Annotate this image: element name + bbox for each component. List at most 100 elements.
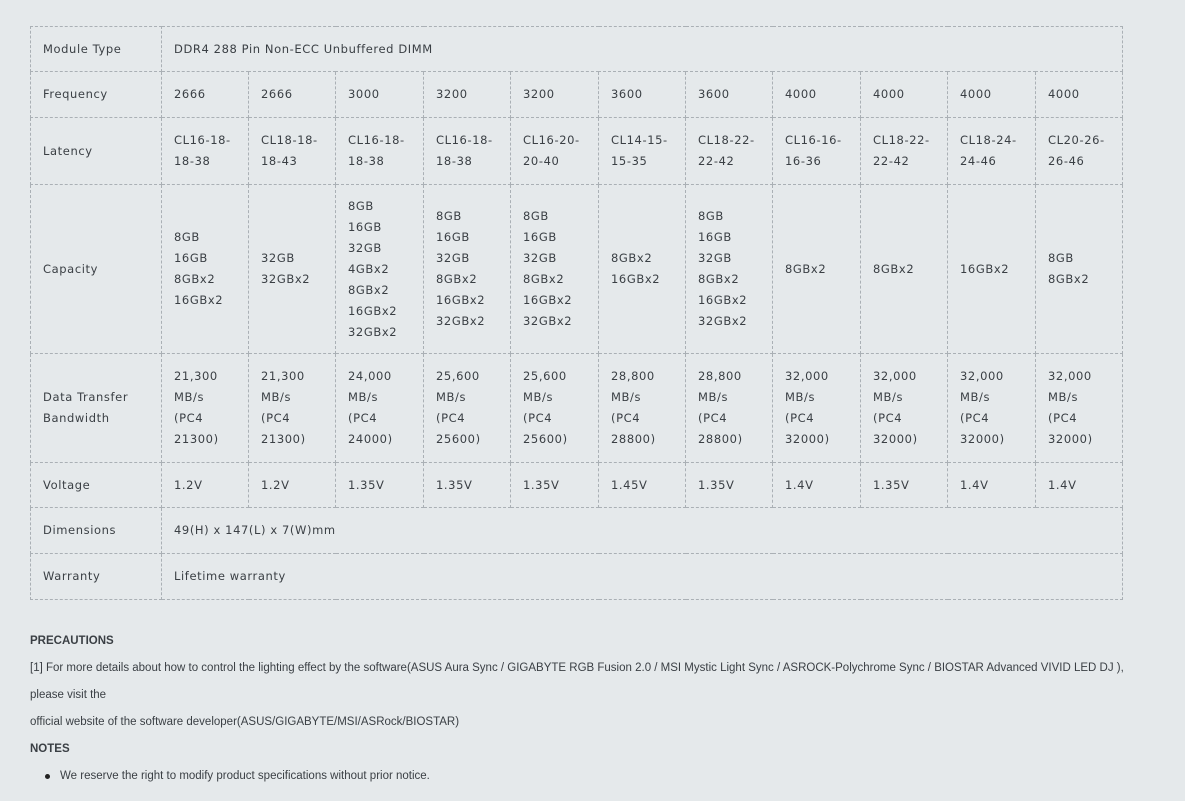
capacity-cell: 32GB 32GBx2	[248, 184, 336, 354]
row-label: Voltage	[30, 462, 162, 508]
capacity-line: 16GB	[348, 219, 382, 234]
bandwidth-cell: 32,000 MB/s (PC4 32000)	[947, 353, 1036, 463]
bandwidth-line: 24,000	[348, 369, 392, 383]
bandwidth-line: 32000)	[785, 432, 830, 446]
row-label: Frequency	[30, 71, 162, 118]
latency-line: CL14-15-	[611, 133, 668, 147]
voltage-cell: 1.2V	[248, 462, 336, 508]
capacity-line: 8GB	[1048, 251, 1074, 265]
bandwidth-cell: 28,800 MB/s (PC4 28800)	[598, 353, 686, 463]
latency-cell: CL18-18- 18-43	[248, 117, 336, 185]
capacity-line: 8GBx2	[698, 272, 740, 286]
bandwidth-line: MB/s	[523, 390, 554, 404]
capacity-line: 32GBx2	[348, 324, 398, 339]
capacity-line: 8GB	[348, 198, 374, 213]
capacity-line: 32GBx2	[698, 314, 748, 328]
latency-cell: CL18-24- 24-46	[947, 117, 1036, 185]
capacity-cell: 8GB 8GBx2	[1034, 184, 1124, 354]
notes-item-text: We reserve the right to modify product s…	[60, 770, 430, 782]
precautions-heading: PRECAUTIONS	[30, 635, 114, 647]
capacity-line: 8GBx2	[611, 251, 653, 265]
latency-line: 15-35	[611, 154, 648, 168]
bandwidth-line: 28800)	[611, 432, 656, 446]
latency-cell: CL20-26- 26-46	[1034, 117, 1124, 185]
dimensions-value: 49(H) x 147(L) x 7(W)mm	[160, 507, 1124, 554]
capacity-line: 32GBx2	[436, 314, 486, 328]
voltage-cell: 1.35V	[860, 462, 948, 508]
capacity-line: 16GBx2	[523, 293, 573, 307]
capacity-line: 16GBx2	[611, 272, 661, 286]
row-bandwidth: Data Transfer Bandwidth 21,300 MB/s (PC4 21…	[30, 353, 1124, 463]
latency-line: 22-42	[873, 154, 910, 168]
capacity-cell: 8GB 16GB 32GB 4GBx2 8GBx2 16GBx2 32GBx2	[335, 184, 424, 354]
capacity-line: 32GBx2	[523, 314, 573, 328]
capacity-cell: 16GBx2	[947, 184, 1036, 354]
capacity-line: 16GB	[523, 230, 557, 244]
capacity-line: 16GB	[698, 230, 732, 244]
notes-heading: NOTES	[30, 743, 70, 755]
capacity-line: 16GB	[436, 230, 470, 244]
row-label: Module Type	[30, 26, 162, 72]
bandwidth-line: MB/s	[611, 390, 642, 404]
latency-cell: CL16-18- 18-38	[423, 117, 511, 185]
notes-item: We reserve the right to modify product s…	[45, 763, 1140, 790]
bandwidth-line: 32,000	[1048, 369, 1092, 383]
latency-line: 16-36	[785, 154, 822, 168]
latency-line: 22-42	[698, 154, 735, 168]
bandwidth-cell: 24,000 MB/s (PC4 24000)	[335, 353, 424, 463]
bandwidth-line: 21300)	[174, 432, 219, 446]
voltage-cell: 1.4V	[947, 462, 1036, 508]
capacity-cell: 8GB 16GB 32GB 8GBx2 16GBx2 32GBx2	[685, 184, 773, 354]
bandwidth-line: MB/s	[436, 390, 467, 404]
bandwidth-cell: 32,000 MB/s (PC4 32000)	[860, 353, 948, 463]
bandwidth-line: 32,000	[785, 369, 829, 383]
frequency-cell: 2666	[161, 71, 249, 118]
capacity-line: 16GBx2	[960, 261, 1010, 276]
bandwidth-line: 32000)	[960, 432, 1005, 446]
bandwidth-line: (PC4	[785, 411, 815, 425]
frequency-cell: 3200	[510, 71, 599, 118]
capacity-line: 8GBx2	[523, 272, 565, 286]
warranty-value: Lifetime warranty	[160, 553, 1124, 600]
frequency-cell: 4000	[947, 71, 1036, 118]
frequency-cell: 4000	[1034, 71, 1124, 118]
latency-line: CL16-16-	[785, 133, 842, 147]
capacity-cell: 8GBx2 16GBx2	[598, 184, 686, 354]
frequency-cell: 4000	[772, 71, 861, 118]
capacity-line: 16GBx2	[436, 293, 486, 307]
latency-line: 18-38	[436, 154, 473, 168]
capacity-line: 16GBx2	[698, 293, 748, 307]
label-line: Bandwidth	[43, 411, 110, 425]
capacity-line: 4GBx2	[348, 261, 390, 276]
capacity-line: 8GB	[698, 209, 724, 223]
voltage-cell: 1.2V	[161, 462, 249, 508]
notes-section: PRECAUTIONS [1] For more details about h…	[30, 628, 1140, 790]
row-label: Data Transfer Bandwidth	[30, 353, 162, 463]
bandwidth-cell: 21,300 MB/s (PC4 21300)	[248, 353, 336, 463]
spec-table: Module Type DDR4 288 Pin Non-ECC Unbuffe…	[30, 26, 1124, 600]
bandwidth-cell: 32,000 MB/s (PC4 32000)	[772, 353, 861, 463]
row-dimensions: Dimensions 49(H) x 147(L) x 7(W)mm	[30, 507, 1124, 554]
row-module-type: Module Type DDR4 288 Pin Non-ECC Unbuffe…	[30, 26, 1124, 72]
latency-cell: CL16-16- 16-36	[772, 117, 861, 185]
voltage-cell: 1.35V	[423, 462, 511, 508]
capacity-line: 8GBx2	[873, 261, 915, 276]
latency-cell: CL18-22- 22-42	[685, 117, 773, 185]
latency-line: 18-38	[348, 154, 385, 168]
capacity-line: 32GB	[261, 251, 295, 265]
frequency-cell: 3200	[423, 71, 511, 118]
frequency-cell: 4000	[860, 71, 948, 118]
latency-cell: CL14-15- 15-35	[598, 117, 686, 185]
bandwidth-line: 32,000	[960, 369, 1004, 383]
bandwidth-cell: 28,800 MB/s (PC4 28800)	[685, 353, 773, 463]
latency-cell: CL18-22- 22-42	[860, 117, 948, 185]
latency-line: CL20-26-	[1048, 133, 1105, 147]
capacity-line: 16GBx2	[174, 293, 224, 307]
capacity-cell: 8GBx2	[860, 184, 948, 354]
bandwidth-line: 24000)	[348, 432, 393, 446]
row-capacity: Capacity 8GB 16GB 8GBx2 16GBx2 32GB 32GBx2 8GB…	[30, 184, 1124, 354]
voltage-cell: 1.35V	[685, 462, 773, 508]
bandwidth-line: (PC4	[261, 411, 291, 425]
bandwidth-line: MB/s	[960, 390, 991, 404]
bandwidth-line: MB/s	[261, 390, 292, 404]
